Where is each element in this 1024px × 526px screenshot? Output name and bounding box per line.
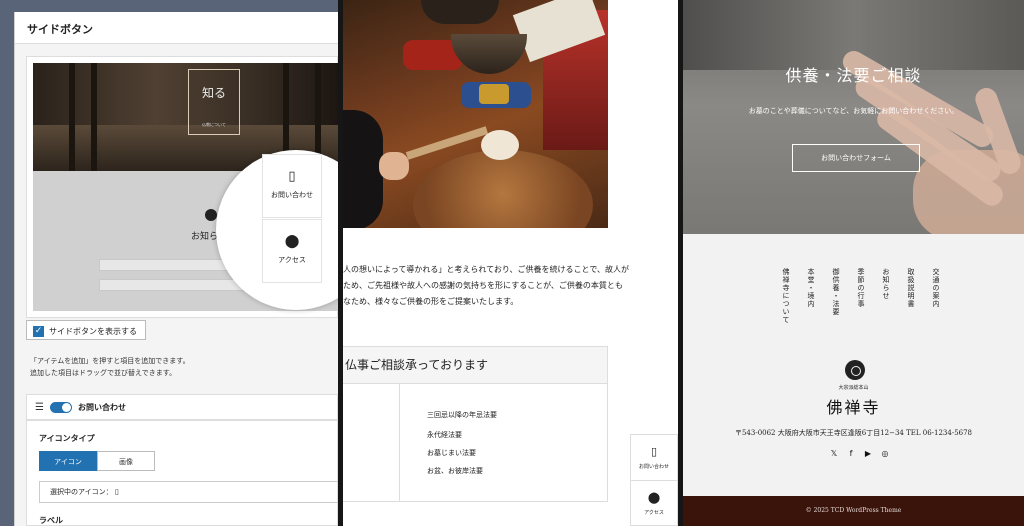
checkbox-checked-icon[interactable]: ✓ (33, 326, 44, 337)
hero-title: 供養・法要ご相談 (785, 66, 922, 85)
body-paragraph: 人の想いによって導かれる」と考えられており、ご供養を続けることで、故人が ため、… (343, 265, 629, 306)
temple-crest-logo (845, 360, 865, 380)
facebook-icon[interactable]: f (846, 449, 856, 459)
news-icon (205, 209, 217, 221)
preview-hero-kanji: 知る (201, 86, 226, 100)
preview-side-button-access: ⬤ アクセス (262, 219, 322, 283)
list-item: 三回忌以降の年忌法要 (427, 411, 497, 419)
copyright: © 2025 TCD WordPress Theme (683, 496, 1024, 526)
preview-side-button-contact: ▯ お問い合わせ (262, 154, 322, 218)
side-button-access[interactable]: ⬤ アクセス (631, 481, 677, 526)
seg-icon-button[interactable]: アイコン (39, 451, 97, 471)
drag-handle-icon[interactable]: ☰ (35, 402, 44, 413)
ritual-photo (343, 0, 608, 228)
temple-address: 〒543-0062 大阪府大阪市天王寺区逢阪6丁目12−34 TEL 06-12… (734, 429, 973, 437)
temple-sect: 大宗派総本山 (838, 385, 869, 391)
item-settings: アイコンタイプ アイコン 画像 選択中のアイコン： ▯ ラベル (26, 420, 338, 526)
nav-link-hall[interactable]: 本堂・境内 (801, 268, 815, 308)
nav-link-events[interactable]: 季節の行事 (851, 268, 865, 308)
nav-link-access[interactable]: 交通の案内 (926, 268, 940, 308)
selected-icon-field[interactable]: 選択中のアイコン： ▯ (39, 481, 338, 503)
side-buttons: ▯ お問い合わせ ⬤ アクセス (630, 434, 678, 526)
preview-hero-frame: 知る 仏教について (188, 69, 240, 135)
help-note: 「アイテムを追加」を押すと項目を追加できます。 追加した項目はドラッグで並び替え… (30, 357, 190, 377)
panel-title: サイドボタン (15, 12, 338, 44)
seg-image-button[interactable]: 画像 (97, 451, 155, 471)
item-toggle[interactable] (49, 401, 72, 413)
nav-link-manual[interactable]: 取扱説明書 (901, 268, 915, 308)
site-page: 人の想いによって導かれる」と考えられており、ご供養を続けることで、故人が ため、… (343, 0, 678, 526)
list-item: お墓じまい法要 (427, 449, 476, 457)
consult-hero: 供養・法要ご相談 お墓のことや葬儀についてなど、お気軽にお問い合わせください。 … (683, 0, 1024, 234)
checkbox-label: サイドボタンを表示する (49, 327, 137, 336)
contact-form-button[interactable]: お問い合わせフォーム (792, 144, 920, 172)
item-title: お問い合わせ (77, 402, 126, 412)
phone-icon: ▯ (114, 488, 119, 496)
nav-link-news[interactable]: お知らせ (876, 268, 890, 300)
youtube-icon[interactable]: ▶ (863, 449, 873, 459)
side-button-contact[interactable]: ▯ お問い合わせ (631, 435, 677, 481)
list-item: 永代経法要 (427, 431, 462, 439)
show-side-button-checkbox[interactable]: ✓ サイドボタンを表示する (26, 320, 146, 340)
temple-name: 佛禅寺 (826, 398, 881, 417)
icon-type-selector: アイコン 画像 (39, 451, 155, 471)
table-heading: 仏事ご相談承っております (343, 346, 608, 384)
label-heading: ラベル (39, 516, 63, 525)
admin-panel: サイドボタン 知る 仏教について お知らせ ▯ お問い合わせ ⬤ アクセス ✓ … (0, 0, 338, 526)
nav-link-about[interactable]: 佛禅寺について (776, 268, 790, 324)
icon-type-label: アイコンタイプ (39, 434, 95, 443)
social-links: 𝕏 f ▶ ◎ (829, 449, 890, 459)
list-item: お盆、お彼岸法要 (427, 467, 483, 475)
hero-subtitle: お墓のことや葬儀についてなど、お気軽にお問い合わせください。 (748, 107, 959, 115)
phone-icon: ▯ (288, 169, 296, 184)
nav-link-memorial[interactable]: 御供養・法要 (826, 268, 840, 316)
services-table: 三回忌以降の年忌法要 永代経法要 お墓じまい法要 お盆、お彼岸法要 (343, 384, 608, 502)
item-header[interactable]: ☰ お問い合わせ (26, 394, 338, 420)
phone-icon: ▯ (650, 445, 658, 458)
x-icon[interactable]: 𝕏 (829, 449, 839, 459)
map-pin-icon: ⬤ (647, 491, 661, 504)
preview-side-button-label: お問い合わせ (271, 191, 313, 199)
footer-page: 供養・法要ご相談 お墓のことや葬儀についてなど、お気軽にお問い合わせください。 … (683, 0, 1024, 526)
instagram-icon[interactable]: ◎ (880, 449, 890, 459)
preview-side-button-label: アクセス (278, 256, 306, 264)
map-pin-icon: ⬤ (284, 234, 300, 249)
preview-hero-sub: 仏教について (202, 122, 226, 127)
